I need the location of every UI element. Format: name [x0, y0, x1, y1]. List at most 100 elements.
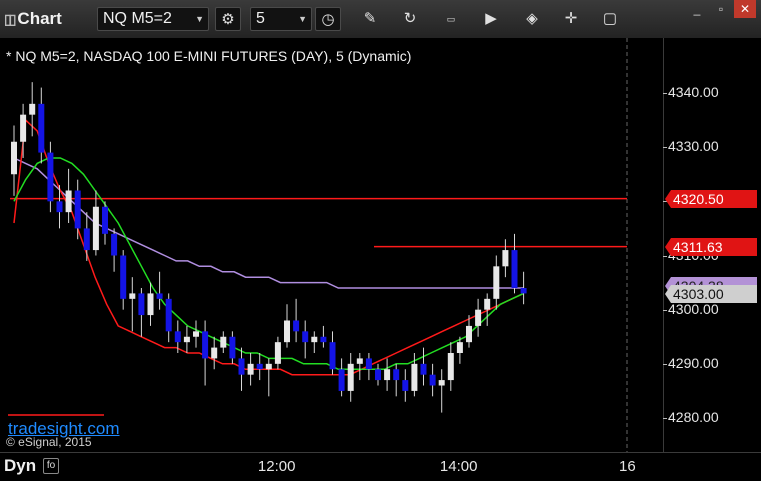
candle-body	[138, 293, 145, 316]
candle-body	[92, 206, 99, 251]
candle-body	[411, 363, 418, 391]
candle-body	[375, 369, 381, 381]
candle-body	[393, 369, 400, 381]
candle-body	[183, 336, 190, 343]
purple-moving-average-line	[13, 157, 524, 289]
candle-body	[65, 190, 72, 213]
tag-icon[interactable]: ◈	[519, 7, 545, 31]
candle-body	[429, 374, 436, 386]
candle-body	[47, 152, 54, 202]
chart-plot-area[interactable]	[0, 38, 663, 452]
dynamic-mode-label[interactable]: Dyn	[4, 456, 36, 476]
y-tick-mark	[663, 147, 667, 149]
candle-body	[338, 369, 345, 391]
toolbar: ▯▯ Chart NQ M5=2 ▼ ⚙ 5 ▼ ◷ ✎ ↻ ▭ ▶ ◈ ✛ ▢ _ …	[0, 0, 761, 39]
settings-gear-icon[interactable]: ⚙	[215, 7, 241, 31]
x-tick-label: 14:00	[439, 458, 478, 475]
symbol-value: NQ M5=2	[103, 10, 172, 27]
candle-body	[29, 103, 36, 115]
candle-body	[165, 298, 172, 332]
symbol-selector[interactable]: NQ M5=2 ▼	[97, 7, 209, 31]
candle-body	[202, 331, 209, 359]
candle-body	[402, 380, 409, 391]
candle-body	[284, 320, 290, 343]
candle-body	[120, 255, 127, 299]
candle-body	[384, 369, 391, 381]
pencil-icon[interactable]: ✎	[357, 7, 383, 31]
get-icon[interactable]: ▭	[438, 7, 464, 31]
comment-icon[interactable]: ▢	[597, 7, 623, 31]
candle-body	[83, 228, 90, 251]
candle-body	[174, 331, 181, 343]
chart-window-title: ▯▯ Chart	[4, 9, 62, 29]
y-tick-label: 4290.00	[668, 354, 719, 371]
candle-body	[447, 353, 454, 381]
candle-body	[420, 363, 427, 375]
drag-grip-icon[interactable]: ▯▯	[4, 11, 17, 27]
candle-body	[102, 206, 108, 234]
candle-body	[493, 266, 500, 299]
candle-body	[56, 201, 63, 213]
candle-body	[293, 320, 300, 332]
candle-body	[156, 293, 163, 299]
x-tick-label: 12:00	[257, 458, 296, 475]
restore-icon[interactable]: ▫	[710, 0, 732, 18]
chevron-down-icon: ▼	[195, 14, 204, 24]
candle-body	[265, 363, 272, 370]
play-icon[interactable]: ▶	[478, 7, 504, 31]
refresh-icon[interactable]: ↻	[397, 7, 423, 31]
format-icon[interactable]: fo	[43, 458, 59, 474]
candle-body	[147, 293, 154, 316]
interval-value: 5	[256, 10, 265, 27]
candle-body	[502, 250, 509, 267]
last-price-tag: 4303.00	[665, 285, 757, 303]
candle-body	[229, 336, 236, 359]
window-title-text: Chart	[17, 9, 62, 28]
candle-body	[211, 347, 218, 359]
candle-body	[20, 114, 27, 142]
candle-body	[311, 336, 318, 343]
crosshair-icon[interactable]: ✛	[558, 7, 584, 31]
candle-body	[247, 363, 254, 375]
candle-body	[347, 363, 354, 391]
time-axis[interactable]	[0, 452, 761, 481]
y-tick-label: 4330.00	[668, 138, 719, 155]
candle-body	[74, 190, 81, 229]
y-tick-mark	[663, 201, 667, 203]
y-tick-mark	[663, 363, 667, 365]
candle-body	[466, 325, 472, 343]
candle-body	[220, 336, 227, 348]
candle-body	[520, 288, 527, 294]
close-icon[interactable]: ✕	[734, 0, 756, 18]
candle-body	[274, 342, 281, 364]
clock-icon[interactable]: ◷	[315, 7, 341, 31]
copyright-text: © eSignal, 2015	[6, 435, 92, 449]
y-tick-mark	[663, 93, 667, 94]
candle-body	[438, 380, 445, 386]
interval-selector[interactable]: 5 ▼	[250, 7, 312, 31]
candlestick-chart	[8, 38, 628, 452]
candle-body	[456, 342, 463, 353]
candle-body	[329, 342, 336, 370]
red-level-1-tag: 4320.50	[665, 190, 757, 208]
x-tick-label: 16	[619, 458, 636, 475]
candle-body	[256, 363, 263, 370]
y-tick-mark	[663, 255, 667, 257]
chevron-down-icon: ▼	[298, 14, 307, 24]
y-tick-label: 4300.00	[668, 300, 719, 317]
candle-body	[11, 141, 17, 175]
candle-body	[38, 103, 45, 153]
candle-body	[365, 358, 372, 370]
candle-body	[111, 233, 118, 256]
y-tick-mark	[663, 418, 667, 419]
red-level-2-tag: 4311.63	[665, 238, 757, 256]
candle-body	[356, 358, 363, 364]
minimize-icon[interactable]: _	[686, 0, 708, 18]
candle-body	[484, 298, 491, 310]
candle-body	[129, 293, 136, 299]
y-tick-mark	[663, 309, 667, 311]
candle-body	[193, 331, 199, 337]
candle-body	[475, 309, 482, 326]
candle-body	[320, 336, 327, 343]
candle-body	[511, 250, 518, 288]
